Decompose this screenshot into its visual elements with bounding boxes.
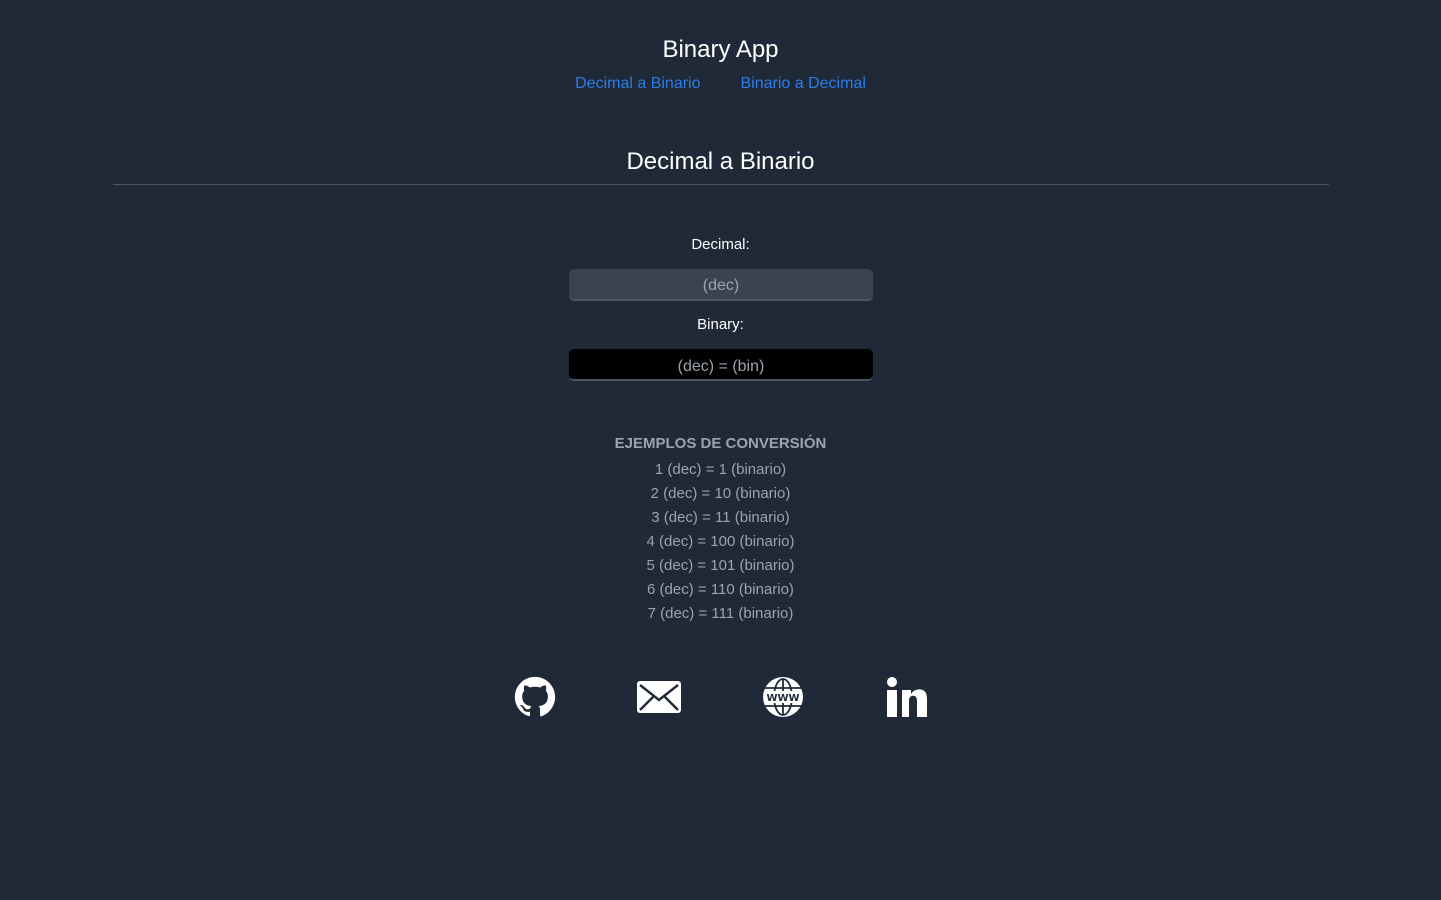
website-link[interactable]: WWW xyxy=(761,676,805,718)
example-item: 6 (dec) = 110 (binario) xyxy=(647,581,794,598)
example-item: 2 (dec) = 10 (binario) xyxy=(650,485,791,502)
linkedin-icon xyxy=(886,677,927,717)
decimal-input[interactable] xyxy=(569,269,873,301)
examples-title: EJEMPLOS DE CONVERSIÓN xyxy=(614,435,827,452)
section-title: Decimal a Binario xyxy=(626,148,815,175)
example-item: 4 (dec) = 100 (binario) xyxy=(646,533,795,550)
page: Binary App Decimal a Binario Binario a D… xyxy=(0,0,1441,900)
social-links: WWW xyxy=(0,676,1441,718)
section-divider xyxy=(113,184,1329,185)
mail-icon xyxy=(636,681,681,713)
examples-list: 1 (dec) = 1 (binario) 2 (dec) = 10 (bina… xyxy=(0,458,1441,626)
svg-text:WWW: WWW xyxy=(766,693,799,704)
github-link[interactable] xyxy=(513,676,557,718)
main-nav: Decimal a Binario Binario a Decimal xyxy=(0,74,1441,94)
example-item: 7 (dec) = 111 (binario) xyxy=(647,605,794,622)
nav-link-decimal-to-binary[interactable]: Decimal a Binario xyxy=(575,74,700,94)
globe-www-icon: WWW xyxy=(762,677,803,717)
nav-link-binary-to-decimal[interactable]: Binario a Decimal xyxy=(741,74,866,94)
binary-label: Binary: xyxy=(697,316,744,333)
binary-output: (dec) = (bin) xyxy=(569,349,873,381)
decimal-label: Decimal: xyxy=(691,236,750,253)
linkedin-link[interactable] xyxy=(885,676,929,718)
example-item: 1 (dec) = 1 (binario) xyxy=(654,461,787,478)
example-item: 3 (dec) = 11 (binario) xyxy=(651,509,790,526)
email-link[interactable] xyxy=(636,676,681,718)
github-icon xyxy=(514,676,555,717)
app-title: Binary App xyxy=(662,36,779,63)
example-item: 5 (dec) = 101 (binario) xyxy=(646,557,795,574)
